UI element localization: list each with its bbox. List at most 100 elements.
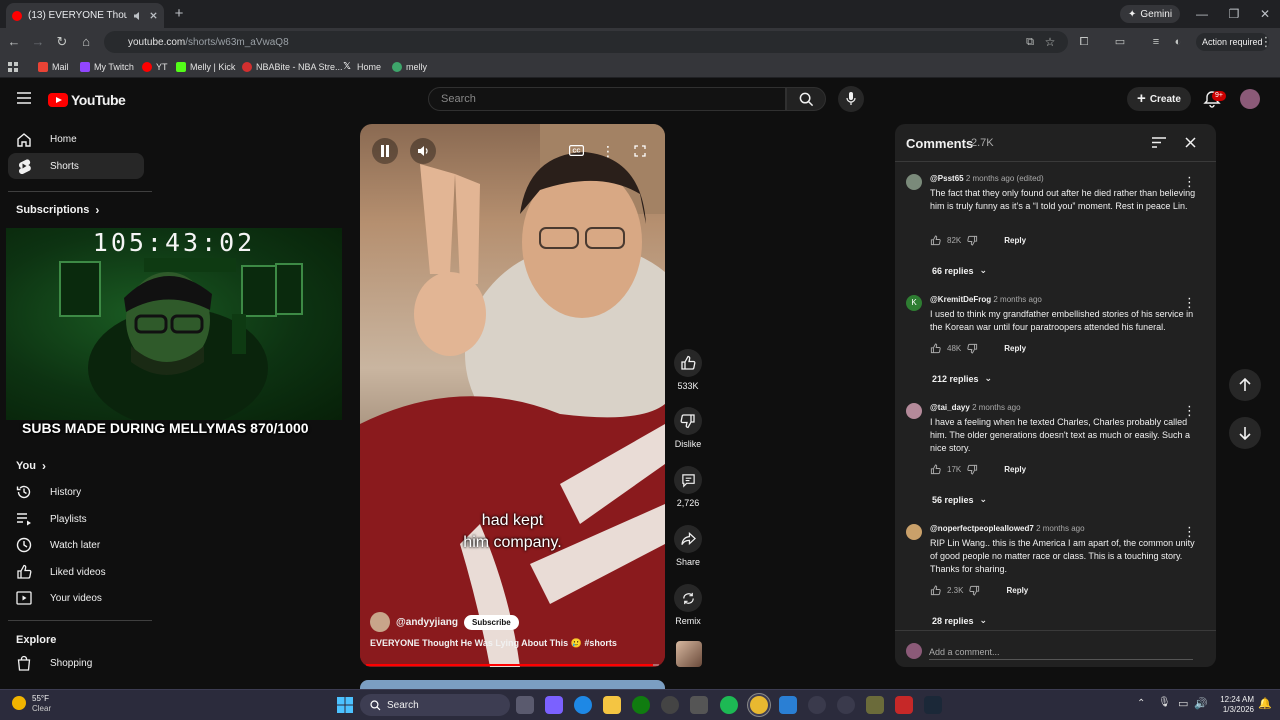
audio-source-thumbnail[interactable] bbox=[676, 641, 702, 667]
bookmark-yt[interactable]: YT bbox=[142, 60, 168, 74]
view-replies-button[interactable]: 56 replies ⌄ bbox=[932, 494, 987, 505]
commenter-avatar[interactable] bbox=[906, 524, 922, 540]
xbox-icon[interactable] bbox=[632, 696, 650, 714]
close-window-icon[interactable]: ✕ bbox=[1255, 4, 1275, 24]
bookmark-twitch[interactable]: My Twitch bbox=[80, 60, 134, 74]
pause-button[interactable] bbox=[372, 138, 398, 164]
comment-author[interactable]: @noperfectpeopleallowed7 2 months ago bbox=[930, 524, 1085, 533]
spotify-icon[interactable] bbox=[720, 696, 738, 714]
copilot-icon[interactable] bbox=[545, 696, 563, 714]
sidebar-item-playlists[interactable]: Playlists bbox=[8, 506, 144, 532]
file-explorer-icon[interactable] bbox=[603, 696, 621, 714]
search-button[interactable] bbox=[786, 87, 826, 111]
thumbs-down-icon[interactable] bbox=[967, 343, 978, 354]
sort-icon[interactable] bbox=[1152, 137, 1166, 148]
app-icon[interactable] bbox=[837, 696, 855, 714]
maximize-icon[interactable]: ❐ bbox=[1224, 4, 1244, 24]
reply-button[interactable]: Reply bbox=[1004, 344, 1026, 353]
dislike-action[interactable]: Dislike bbox=[673, 407, 703, 449]
reply-button[interactable]: Reply bbox=[1004, 465, 1026, 474]
commenter-avatar[interactable] bbox=[906, 174, 922, 190]
thumbs-down-icon[interactable] bbox=[969, 585, 980, 596]
comments-button[interactable] bbox=[674, 466, 702, 494]
back-arrow-icon[interactable]: ← bbox=[4, 32, 24, 52]
previous-short-button[interactable] bbox=[1229, 369, 1261, 401]
edge-icon[interactable] bbox=[574, 696, 592, 714]
like-action[interactable]: 533K bbox=[673, 349, 703, 391]
bookmark-melly[interactable]: melly bbox=[392, 60, 427, 74]
share-button[interactable] bbox=[674, 525, 702, 553]
reply-button[interactable]: Reply bbox=[1004, 236, 1026, 245]
reload-icon[interactable]: ↻ bbox=[52, 32, 72, 52]
channel-avatar[interactable] bbox=[370, 612, 390, 632]
remix-button[interactable] bbox=[674, 584, 702, 612]
bookmark-mail[interactable]: Mail bbox=[38, 60, 69, 74]
comment-author[interactable]: @Psst65 2 months ago (edited) bbox=[930, 174, 1044, 183]
search-input[interactable]: Search bbox=[428, 87, 786, 111]
bookmark-kick[interactable]: Melly | Kick bbox=[176, 60, 235, 74]
dislike-button[interactable] bbox=[674, 407, 702, 435]
close-icon[interactable] bbox=[1185, 137, 1196, 148]
sidebar-item-watch-later[interactable]: Watch later bbox=[8, 532, 144, 558]
chevron-up-icon[interactable]: ⌃ bbox=[1137, 698, 1145, 709]
sidebar-item-home[interactable]: Home bbox=[8, 126, 144, 152]
you-heading[interactable]: You › bbox=[16, 459, 46, 473]
view-replies-button[interactable]: 28 replies ⌄ bbox=[932, 615, 987, 626]
view-replies-button[interactable]: 66 replies ⌄ bbox=[932, 265, 987, 276]
comments-action[interactable]: 2,726 bbox=[673, 466, 703, 508]
video-title[interactable]: EVERYONE Thought He Was Lying About This… bbox=[370, 638, 617, 649]
close-tab-icon[interactable] bbox=[149, 11, 158, 20]
create-button[interactable]: + Create bbox=[1127, 87, 1191, 111]
app-icon[interactable] bbox=[895, 696, 913, 714]
volume-icon[interactable]: 🔊 bbox=[1194, 697, 1208, 710]
next-short-button[interactable] bbox=[1229, 417, 1261, 449]
thumbs-up-icon[interactable] bbox=[930, 343, 941, 354]
more-options-icon[interactable]: ⋮ bbox=[595, 138, 621, 164]
steam-icon[interactable] bbox=[924, 696, 942, 714]
thumbs-down-icon[interactable] bbox=[967, 464, 978, 475]
gemini-button[interactable]: ✦ Gemini bbox=[1120, 5, 1181, 23]
app-icon[interactable] bbox=[779, 696, 797, 714]
sidebar-item-liked-videos[interactable]: Liked videos bbox=[8, 559, 144, 585]
remix-action[interactable]: Remix bbox=[673, 584, 703, 626]
taskbar-clock[interactable]: 12:24 AM 1/3/2026 bbox=[1212, 695, 1254, 715]
weather-widget[interactable]: 55°F Clear bbox=[12, 694, 51, 714]
add-comment-input[interactable]: Add a comment... bbox=[929, 647, 1193, 660]
channel-name[interactable]: @andyyjiang bbox=[396, 617, 458, 628]
reading-list-icon[interactable]: ≡ bbox=[1146, 32, 1166, 52]
microphone-icon[interactable]: 🎙 bbox=[1158, 697, 1171, 708]
subscriptions-heading[interactable]: Subscriptions › bbox=[16, 203, 99, 217]
browser-tab[interactable]: (13) EVERYONE Thought He Was Lying bbox=[6, 3, 164, 28]
thumbs-up-icon[interactable] bbox=[930, 235, 941, 246]
subscribe-button[interactable]: Subscribe bbox=[464, 614, 519, 630]
like-button[interactable] bbox=[674, 349, 702, 377]
thumbs-down-icon[interactable] bbox=[967, 235, 978, 246]
commenter-avatar[interactable] bbox=[906, 403, 922, 419]
windows-start-icon[interactable] bbox=[337, 697, 353, 713]
volume-button[interactable] bbox=[410, 138, 436, 164]
bookmark-nbabite[interactable]: NBABite - NBA Stre... bbox=[242, 60, 343, 74]
cast-icon[interactable]: ⧉ bbox=[1020, 32, 1040, 52]
chrome-icon[interactable] bbox=[750, 696, 768, 714]
minimize-icon[interactable]: — bbox=[1192, 4, 1212, 24]
thumbs-up-icon[interactable] bbox=[930, 585, 941, 596]
hamburger-menu-icon[interactable] bbox=[17, 92, 31, 104]
app-icon[interactable] bbox=[866, 696, 884, 714]
voice-search-button[interactable] bbox=[838, 86, 864, 112]
bookmark-star-icon[interactable]: ☆ bbox=[1040, 32, 1060, 52]
comment-author[interactable]: @KremitDeFrog 2 months ago bbox=[930, 295, 1042, 304]
reply-button[interactable]: Reply bbox=[1006, 586, 1028, 595]
captions-button[interactable]: CC bbox=[563, 138, 589, 164]
obs-icon[interactable] bbox=[661, 696, 679, 714]
video-progress-bar[interactable] bbox=[366, 664, 659, 666]
network-icon[interactable]: ▭ bbox=[1178, 697, 1188, 710]
sidebar-item-shopping[interactable]: Shopping bbox=[8, 650, 144, 676]
sidebar-item-shorts[interactable]: Shorts bbox=[8, 153, 144, 179]
profile-icon[interactable]: ◐ bbox=[1168, 32, 1188, 52]
notification-center-icon[interactable]: 🔔 bbox=[1258, 697, 1272, 710]
shorts-video-player[interactable]: CC ⋮ had kept him company. @andyyjiang S… bbox=[360, 124, 665, 667]
fullscreen-button[interactable] bbox=[627, 138, 653, 164]
forward-arrow-icon[interactable]: → bbox=[28, 32, 48, 52]
apps-grid-icon[interactable] bbox=[8, 60, 18, 74]
speaker-icon[interactable] bbox=[133, 11, 143, 21]
